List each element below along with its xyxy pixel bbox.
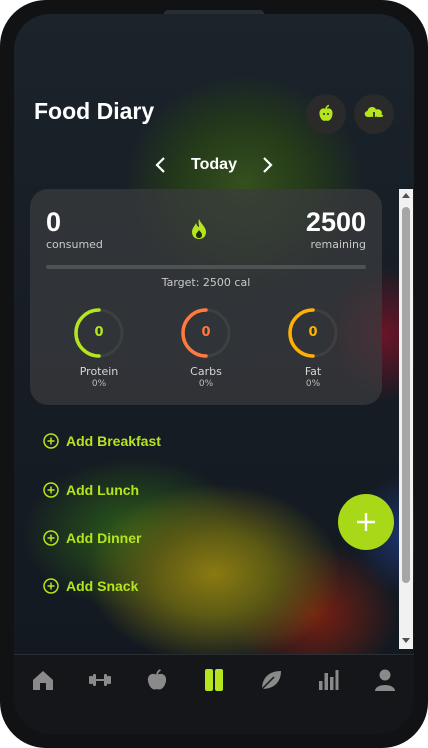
profile-icon — [375, 669, 395, 691]
carbs-value: 0 — [201, 325, 211, 340]
fat-ring: 0 — [287, 307, 339, 359]
dumbbell-icon — [89, 674, 111, 686]
fat-percent: 0% — [305, 379, 321, 389]
nutrition-button[interactable] — [306, 94, 346, 134]
page-title: Food Diary — [34, 98, 155, 124]
tab-workouts[interactable] — [71, 665, 128, 725]
scroll-up-arrow[interactable] — [402, 193, 410, 198]
tab-stats[interactable] — [299, 665, 356, 725]
plus-icon — [357, 513, 375, 531]
app-screen: Food Diary Today 0 consumed 2500 remaini… — [14, 14, 414, 734]
home-icon — [33, 671, 53, 690]
apple-icon — [319, 104, 333, 121]
diary-icon — [205, 669, 223, 691]
flame-icon — [192, 219, 206, 239]
protein-label: Protein — [79, 365, 119, 378]
fat-label: Fat — [304, 365, 322, 378]
protein-value: 0 — [94, 325, 104, 340]
remaining-label: remaining — [310, 238, 366, 251]
add-lunch-button[interactable]: Add Lunch — [43, 479, 139, 501]
protein-percent: 0% — [91, 379, 107, 389]
cloud-download-icon — [364, 106, 384, 122]
fat-value: 0 — [308, 325, 318, 340]
add-lunch-label: Add Lunch — [66, 482, 140, 498]
add-entry-fab[interactable] — [338, 494, 394, 550]
tab-meals[interactable] — [128, 665, 185, 725]
calorie-progress-bar — [46, 265, 366, 269]
tab-home[interactable] — [14, 665, 71, 725]
tab-diary[interactable] — [185, 665, 242, 725]
tab-wellness[interactable] — [242, 665, 299, 725]
apple-icon — [147, 669, 167, 690]
date-navigator: Today — [14, 154, 414, 176]
plus-circle-icon — [43, 578, 59, 594]
plus-circle-icon — [43, 433, 59, 449]
remaining-value: 2500 — [305, 207, 366, 237]
plus-circle-icon — [43, 530, 59, 546]
scrollbar-thumb[interactable] — [402, 207, 410, 583]
leaf-icon — [261, 671, 281, 690]
carbs-label: Carbs — [190, 365, 222, 378]
add-dinner-button[interactable]: Add Dinner — [43, 527, 141, 549]
calorie-target-text: Target: 2500 cal — [161, 276, 251, 289]
protein-ring: 0 — [73, 307, 125, 359]
add-snack-button[interactable]: Add Snack — [43, 575, 138, 597]
current-date-label: Today — [191, 156, 237, 173]
carbs-percent: 0% — [198, 379, 214, 389]
bottom-tab-bar — [14, 654, 414, 734]
add-dinner-label: Add Dinner — [66, 530, 142, 546]
plus-circle-icon — [43, 482, 59, 498]
stats-icon — [319, 670, 339, 690]
tab-profile[interactable] — [356, 665, 413, 725]
consumed-value: 0 — [46, 207, 62, 237]
chevron-right-icon[interactable] — [258, 156, 276, 174]
carbs-ring: 0 — [180, 307, 232, 359]
scroll-down-arrow[interactable] — [402, 638, 410, 643]
scrollbar[interactable] — [399, 189, 413, 649]
cloud-download-button[interactable] — [354, 94, 394, 134]
add-snack-label: Add Snack — [66, 578, 139, 594]
add-breakfast-button[interactable]: Add Breakfast — [43, 430, 161, 452]
add-breakfast-label: Add Breakfast — [66, 433, 161, 449]
consumed-label: consumed — [46, 238, 103, 251]
calorie-summary-card: 0 consumed 2500 remaining Target: 2500 c… — [30, 189, 382, 405]
phone-frame: Food Diary Today 0 consumed 2500 remaini… — [0, 0, 428, 748]
